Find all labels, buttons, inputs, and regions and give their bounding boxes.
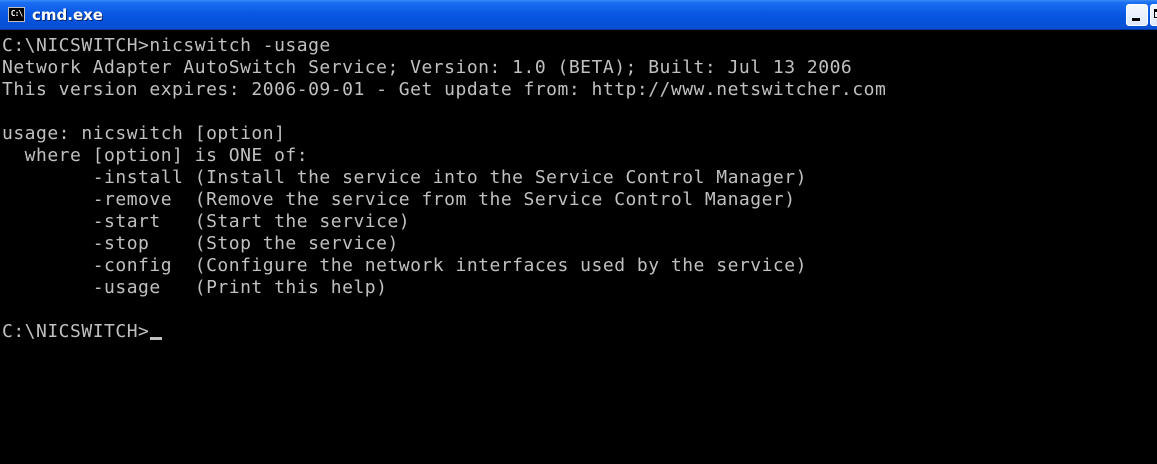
console-line: C:\NICSWITCH>nicswitch -usage xyxy=(2,35,331,56)
console-line: Network Adapter AutoSwitch Service; Vers… xyxy=(2,57,853,78)
console-line: -start (Start the service) xyxy=(2,211,411,232)
console-line: where [option] is ONE of: xyxy=(2,145,309,166)
console-line: -remove (Remove the service from the Ser… xyxy=(2,189,796,210)
prompt-line[interactable]: C:\NICSWITCH> xyxy=(2,321,886,343)
console-line: -config (Configure the network interface… xyxy=(2,255,807,276)
maximize-button[interactable] xyxy=(1150,4,1157,26)
console-output[interactable]: C:\NICSWITCH>nicswitch -usage Network Ad… xyxy=(0,31,1157,464)
command-prompt: C:\NICSWITCH> xyxy=(2,321,150,342)
window-title: cmd.exe xyxy=(32,6,103,24)
title-bar[interactable]: C:\ cmd.exe xyxy=(0,0,1157,30)
minimize-button[interactable] xyxy=(1126,4,1148,26)
minimize-icon xyxy=(1132,18,1140,21)
console-line: This version expires: 2006-09-01 - Get u… xyxy=(2,79,887,100)
console-line: -stop (Stop the service) xyxy=(2,233,399,254)
console-lines: C:\NICSWITCH>nicswitch -usage Network Ad… xyxy=(2,35,886,343)
text-cursor xyxy=(150,337,163,340)
cmd-window: C:\ cmd.exe C:\NICSWITCH>nicswitch -usag… xyxy=(0,0,1157,464)
console-line: -usage (Print this help) xyxy=(2,277,388,298)
console-line: usage: nicswitch [option] xyxy=(2,123,286,144)
console-line: -install (Install the service into the S… xyxy=(2,167,807,188)
console-icon[interactable]: C:\ xyxy=(8,7,25,22)
